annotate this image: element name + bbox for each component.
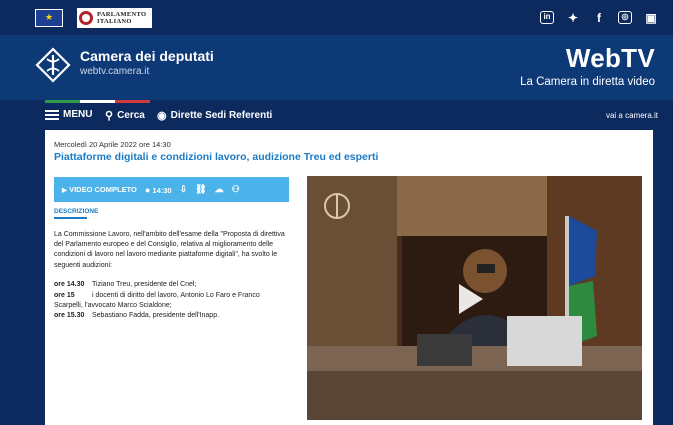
tagline: La Camera in diretta video <box>520 76 655 88</box>
schedule-item: ore 15 i docenti di diritto del lavoro, … <box>54 291 314 311</box>
schedule-time: ore 15.30 <box>54 312 85 319</box>
event-card: Mercoledì 20 Aprile 2022 ore 14:30 Piatt… <box>45 130 653 425</box>
event-date: Mercoledì 20 Aprile 2022 ore 14:30 <box>54 140 171 149</box>
clock-icon: ● <box>144 184 151 195</box>
linkedin-icon[interactable]: in <box>540 11 554 24</box>
parlamento-line1: PARLAMENTO <box>97 10 147 18</box>
link-icon[interactable]: ⛓ <box>195 184 206 195</box>
site-url[interactable]: webtv.camera.it <box>80 66 149 77</box>
search-button[interactable]: ⚲ Cerca <box>105 109 145 122</box>
play-small-icon: ▶ <box>62 187 67 194</box>
social-links: in ✦ f ◎ ▣ <box>540 11 658 25</box>
schedule-text: Sebastiano Fadda, presidente dell'Inapp. <box>92 312 220 319</box>
menu-button[interactable]: MENU <box>45 109 92 120</box>
menu-label: MENU <box>63 109 93 120</box>
eu-flag-icon[interactable]: ★ <box>35 8 63 27</box>
schedule-text: i docenti di diritto del lavoro, Antonio… <box>54 292 260 310</box>
site-header: Camera dei deputati webtv.camera.it WebT… <box>0 35 673 100</box>
youtube-icon[interactable]: ▣ <box>644 11 658 25</box>
main-nav: MENU ⚲ Cerca ◉ Dirette Sedi Referenti va… <box>0 100 673 130</box>
subtitles-icon[interactable]: ☁ <box>215 184 224 195</box>
search-icon: ⚲ <box>105 110 114 122</box>
description-body: La Commissione Lavoro, nell'ambito dell'… <box>54 231 285 269</box>
time-badge: ● 14:30 <box>145 185 172 195</box>
schedule-item: ore 15.30 Sebastiano Fadda, presidente d… <box>54 312 314 319</box>
live-label: Dirette Sedi Referenti <box>170 110 273 121</box>
parlamento-emblem-icon <box>79 10 93 25</box>
camera-it-link[interactable]: vai a camera.it <box>606 111 658 120</box>
tab-descrizione[interactable]: DESCRIZIONE <box>54 208 98 215</box>
video-completo-label: VIDEO COMPLETO <box>69 185 137 194</box>
event-title[interactable]: Piattaforme digitali e condizioni lavoro… <box>54 151 378 163</box>
video-player[interactable] <box>307 176 642 420</box>
video-completo-button[interactable]: ▶ VIDEO COMPLETO <box>62 185 137 194</box>
live-sedi-link[interactable]: ◉ Dirette Sedi Referenti <box>157 109 272 122</box>
schedule-text: Tiziano Treu, presidente del Cnel; <box>92 281 197 288</box>
video-toolbar: ▶ VIDEO COMPLETO ● 14:30 ⇩ ⛓ ☁ ⚇ <box>54 177 289 202</box>
parlamento-line2: ITALIANO <box>97 17 132 25</box>
twitter-icon[interactable]: ✦ <box>566 11 580 25</box>
camera-logo-icon[interactable] <box>35 47 71 83</box>
search-label: Cerca <box>117 110 145 121</box>
live-icon: ◉ <box>157 110 167 122</box>
person-icon[interactable]: ⚇ <box>232 184 240 195</box>
parlamento-italiano-logo[interactable]: PARLAMENTO ITALIANO <box>77 7 153 28</box>
top-bar: ★ PARLAMENTO ITALIANO in ✦ f ◎ ▣ <box>0 0 673 35</box>
tricolor-stripe <box>45 100 150 103</box>
hamburger-icon <box>45 109 59 120</box>
play-icon[interactable] <box>459 284 483 314</box>
webtv-brand[interactable]: WebTV <box>566 43 655 74</box>
facebook-icon[interactable]: f <box>592 11 606 25</box>
instagram-icon[interactable]: ◎ <box>618 11 632 24</box>
time-label: 14:30 <box>152 185 172 195</box>
site-name[interactable]: Camera dei deputati <box>80 48 214 64</box>
schedule-item: ore 14.30 Tiziano Treu, presidente del C… <box>54 281 314 288</box>
tab-underline <box>54 217 87 219</box>
download-icon[interactable]: ⇩ <box>180 184 188 195</box>
schedule-time: ore 14.30 <box>54 281 85 288</box>
